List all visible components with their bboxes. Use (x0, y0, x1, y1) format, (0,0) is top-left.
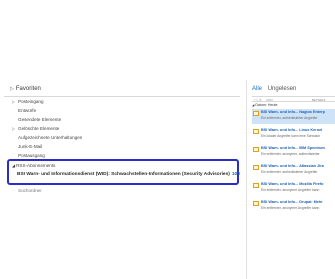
mail-item[interactable]: BSI Warn- und Info... Drupal: Mehr Ein en… (252, 199, 335, 214)
pane-divider[interactable] (246, 80, 247, 279)
mail-item[interactable]: BSI Warn- und Info... Linux Kernel Ein lo… (252, 127, 335, 142)
rss-item-icon (253, 147, 259, 152)
mail-item[interactable]: BSI Warn- und Info... Nagios Enterp Ein e… (252, 109, 335, 124)
folder-item[interactable]: ▷ Gelöschte Elemente (4, 124, 240, 133)
mail-item[interactable]: BSI Warn- und Info... Atlassian Jira Ein … (252, 163, 335, 178)
folder-item[interactable]: ▷ Posteingang (4, 97, 240, 106)
folder-label: Junk-E-Mail (18, 144, 43, 149)
rss-subscriptions-folder[interactable]: ◢RSS-Abonnements (12, 163, 55, 168)
mail-sender: BSI Warn- und Info... IBM Spectrum (261, 146, 325, 150)
folder-item[interactable]: Gesendete Elemente (4, 115, 240, 124)
mail-sender: BSI Warn- und Info... Drupal: Mehr (261, 200, 323, 204)
mail-sender: BSI Warn- und Info... Atlassian Jira (261, 164, 324, 168)
flag-column-icon[interactable]: ! ☐ ⚲ (254, 98, 261, 102)
tab-unread[interactable]: Ungelesen (268, 86, 297, 92)
folder-item[interactable]: Entwürfe (4, 106, 240, 115)
tab-all[interactable]: Alle (252, 86, 262, 92)
folder-label: Postausgang (18, 153, 45, 158)
mail-snippet: Ein entfernter, anonymer Angreifer kann (261, 206, 320, 210)
bsi-feed-folder[interactable]: BSI Warn- und Informationsdienst (WID): … (17, 172, 240, 177)
rss-item-icon (253, 183, 259, 188)
folder-label: Entwürfe (18, 108, 37, 113)
bsi-feed-label: BSI Warn- und Informationsdienst (WID): … (17, 172, 230, 177)
folder-list: ▷ Posteingang Entwürfe Gesendete Elemente ▷ G… (4, 96, 240, 160)
folder-item[interactable]: Aufgezeichnete Unterhaltungen (4, 133, 240, 142)
message-list-pane: Alle Ungelesen ! ☐ ⚲ VON BETREFF ◢Datum:… (250, 80, 335, 279)
chevron-right-icon: ▷ (10, 86, 14, 92)
column-from[interactable]: VON (266, 98, 273, 102)
column-headers: ! ☐ ⚲ VON BETREFF (252, 96, 335, 102)
folder-label: Aufgezeichnete Unterhaltungen (18, 135, 83, 140)
date-group-header[interactable]: ◢Datum: Heute (252, 103, 277, 107)
filter-tabs: Alle Ungelesen (252, 86, 296, 92)
date-group-label: Datum: Heute (255, 103, 278, 107)
favorites-header[interactable]: ▷ Favoriten (10, 86, 41, 92)
mail-item[interactable]: BSI Warn- und Info... Mozilla Firefo Ein … (252, 181, 335, 196)
unread-count-badge: 100 (231, 172, 240, 177)
mail-sender: BSI Warn- und Info... Mozilla Firefo (261, 182, 324, 186)
mail-sender: BSI Warn- und Info... Nagios Enterp (261, 110, 325, 114)
rss-item-icon (253, 201, 259, 206)
folder-item[interactable]: Junk-E-Mail (4, 142, 240, 151)
mail-snippet: Ein lokaler Angreifer kann eine Schwach (261, 134, 321, 138)
mail-item[interactable]: BSI Warn- und Info... IBM Spectrum Ein en… (252, 145, 335, 160)
rss-subscriptions-label: RSS-Abonnements (16, 163, 56, 168)
mail-snippet: Ein entfernter, authentisierter Angreife… (261, 116, 318, 120)
favorites-label: Favoriten (15, 86, 41, 92)
folder-label: Gelöschte Elemente (18, 126, 60, 131)
mail-snippet: Ein entfernter, anonymer, authentisierte… (261, 152, 320, 156)
search-folders-item[interactable]: Suchordner (18, 188, 42, 193)
folder-label: Posteingang (18, 99, 44, 104)
rss-item-icon (253, 165, 259, 170)
chevron-down-icon: ◢ (252, 103, 255, 107)
folder-label: Gesendete Elemente (18, 117, 62, 122)
chevron-down-icon: ◢ (12, 163, 16, 168)
rss-item-icon (253, 129, 259, 134)
mail-snippet: Ein entfernter, anonymer Angreifer kann (261, 188, 320, 192)
rss-highlight-box: ◢RSS-Abonnements BSI Warn- und Informati… (7, 159, 240, 185)
mail-snippet: Ein entfernter, authentisierter Angreife… (261, 170, 318, 174)
mail-sender: BSI Warn- und Info... Linux Kernel (261, 128, 323, 132)
ribbon-area (0, 0, 335, 80)
mail-list: BSI Warn- und Info... Nagios Enterp Ein e… (252, 109, 335, 217)
rss-item-icon (253, 111, 259, 116)
column-subject[interactable]: BETREFF (312, 98, 326, 102)
